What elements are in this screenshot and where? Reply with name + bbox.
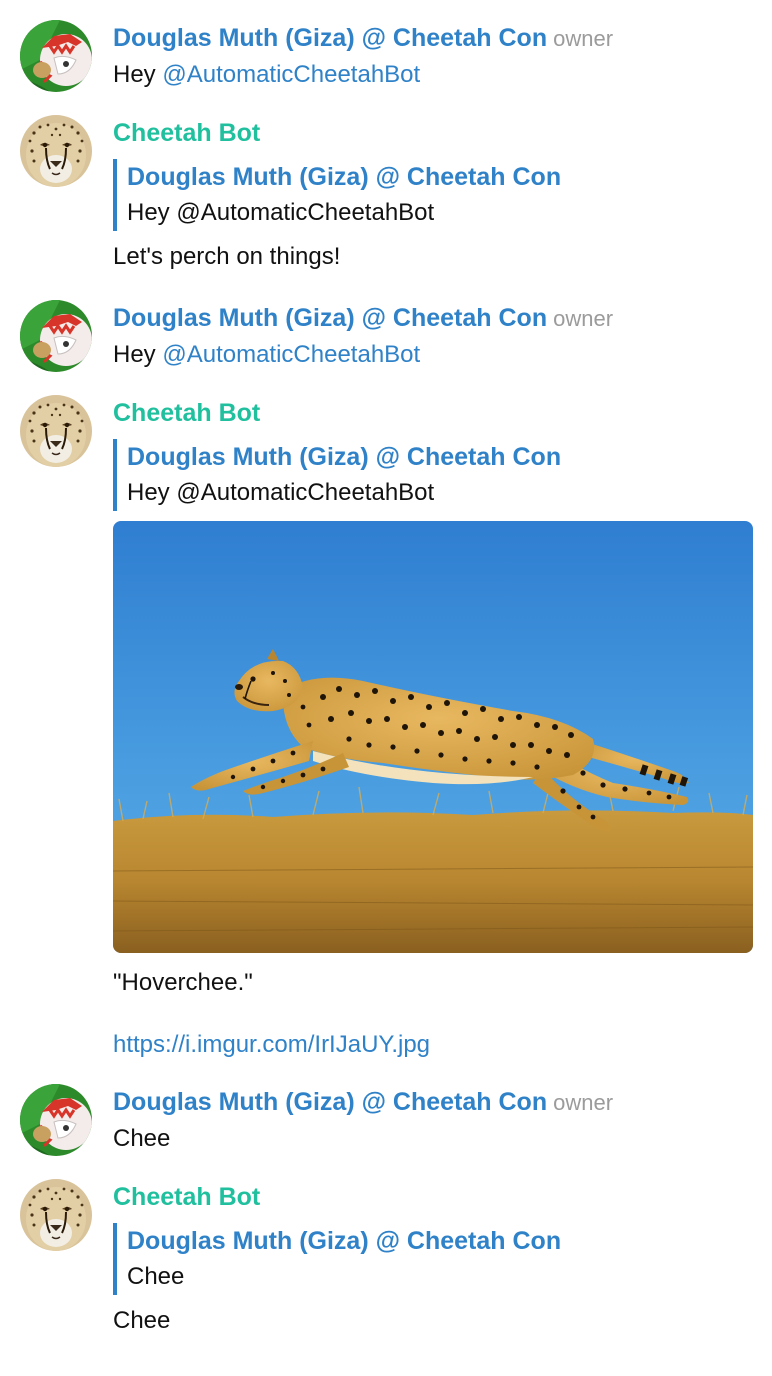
mention-link[interactable]: @AutomaticCheetahBot (162, 61, 420, 88)
running-cheetah-photo[interactable] (113, 521, 753, 953)
image-caption: "Hoverchee." (113, 969, 253, 996)
role-badge: owner (553, 306, 614, 331)
giza-avatar[interactable] (20, 20, 92, 92)
cheetah-photo-image (113, 521, 753, 953)
quote-text: Chee (127, 1263, 185, 1290)
quote-text: Hey @AutomaticCheetahBot (127, 479, 435, 506)
role-badge: owner (553, 1090, 614, 1115)
reply-quote[interactable]: Douglas Muth (Giza) @ Cheetah Con Hey @A… (113, 159, 752, 231)
text-prefix: Hey (113, 341, 163, 368)
sender-name[interactable]: Douglas Muth (Giza) @ Cheetah Con (113, 304, 547, 332)
message-text: Hey @AutomaticCheetahBot (113, 57, 752, 93)
quote-text: Hey @AutomaticCheetahBot (127, 199, 435, 226)
sender-name[interactable]: Douglas Muth (Giza) @ Cheetah Con (113, 1088, 547, 1116)
chat-log: Douglas Muth (Giza) @ Cheetah Con owner H… (0, 0, 772, 1376)
text-prefix: Hey (113, 61, 163, 88)
sender-name[interactable]: Cheetah Bot (113, 1179, 752, 1215)
message-text: Chee (113, 1125, 171, 1152)
reply-quote[interactable]: Douglas Muth (Giza) @ Cheetah Con Hey @A… (113, 439, 752, 511)
giza-avatar-icon (20, 20, 92, 92)
quote-sender: Douglas Muth (Giza) @ Cheetah Con (127, 163, 562, 191)
message-text: Let's perch on things! (113, 243, 341, 270)
cheetah-avatar[interactable] (20, 1179, 92, 1251)
cheetah-avatar[interactable] (20, 395, 92, 467)
sender-name[interactable]: Cheetah Bot (113, 115, 752, 151)
cheetah-avatar-icon (20, 395, 92, 467)
sender-name[interactable]: Douglas Muth (Giza) @ Cheetah Con (113, 24, 547, 52)
cheetah-avatar-icon (20, 1179, 92, 1251)
quote-sender: Douglas Muth (Giza) @ Cheetah Con (127, 1227, 562, 1255)
message-text: Hey @AutomaticCheetahBot (113, 337, 752, 373)
giza-avatar-icon (20, 1084, 92, 1156)
reply-quote[interactable]: Douglas Muth (Giza) @ Cheetah Con Chee (113, 1223, 752, 1295)
cheetah-avatar-icon (20, 115, 92, 187)
message-text: Chee (113, 1307, 171, 1334)
quote-sender: Douglas Muth (Giza) @ Cheetah Con (127, 443, 562, 471)
role-badge: owner (553, 26, 614, 51)
giza-avatar[interactable] (20, 300, 92, 372)
giza-avatar[interactable] (20, 1084, 92, 1156)
image-url-link[interactable]: https://i.imgur.com/IrIJaUY.jpg (113, 1027, 752, 1063)
cheetah-avatar[interactable] (20, 115, 92, 187)
sender-name[interactable]: Cheetah Bot (113, 395, 752, 431)
giza-avatar-icon (20, 300, 92, 372)
mention-link[interactable]: @AutomaticCheetahBot (162, 341, 420, 368)
